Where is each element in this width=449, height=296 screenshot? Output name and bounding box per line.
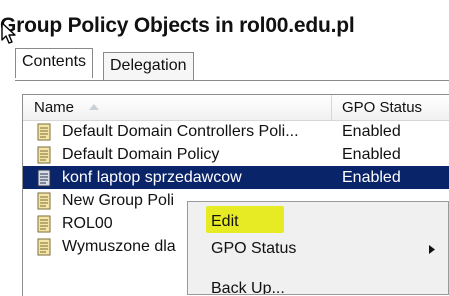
gpo-status: Enabled (342, 123, 401, 140)
tab-contents[interactable]: Contents (15, 48, 94, 78)
menu-item-gpo-status[interactable]: GPO Status (188, 235, 448, 263)
list-header: Name GPO Status (23, 95, 449, 121)
menu-item-label: GPO Status (211, 240, 297, 257)
mouse-cursor-icon (1, 22, 16, 44)
column-header-gpo-status[interactable]: GPO Status (342, 95, 422, 120)
gpo-name: Default Domain Controllers Poli... (62, 123, 299, 140)
gpo-name: New Group Poli (62, 192, 175, 209)
document-icon (37, 238, 51, 256)
menu-item-back-up[interactable]: Back Up... (188, 275, 448, 295)
tab-divider (15, 80, 449, 81)
gpo-name: konf laptop sprzedawcow (62, 169, 242, 186)
menu-item-label: Back Up... (211, 280, 285, 295)
sort-up-icon (89, 104, 99, 110)
document-icon (37, 123, 51, 141)
column-divider[interactable] (331, 95, 332, 120)
gpo-name: ROL00 (62, 215, 113, 232)
context-menu: Edit GPO Status Back Up... (187, 201, 449, 295)
submenu-arrow-icon (429, 245, 435, 254)
page-title: Group Policy Objects in rol00.edu.pl (0, 14, 355, 37)
document-icon (37, 169, 51, 187)
menu-item-edit[interactable]: Edit (188, 208, 448, 236)
gpo-status: Enabled (342, 169, 401, 186)
menu-item-label: Edit (211, 213, 239, 230)
gpo-name: Default Domain Policy (62, 146, 220, 163)
document-icon (37, 192, 51, 210)
document-icon (37, 146, 51, 164)
tab-delegation[interactable]: Delegation (103, 52, 194, 80)
gpo-name: Wymuszone dla (62, 238, 176, 255)
table-row[interactable]: Default Domain Policy Enabled (23, 143, 449, 166)
table-row-selected[interactable]: konf laptop sprzedawcow Enabled (23, 166, 449, 189)
table-row[interactable]: Default Domain Controllers Poli... Enabl… (23, 120, 449, 143)
document-icon (37, 215, 51, 233)
gpo-status: Enabled (342, 146, 401, 163)
column-header-name[interactable]: Name (34, 95, 74, 120)
